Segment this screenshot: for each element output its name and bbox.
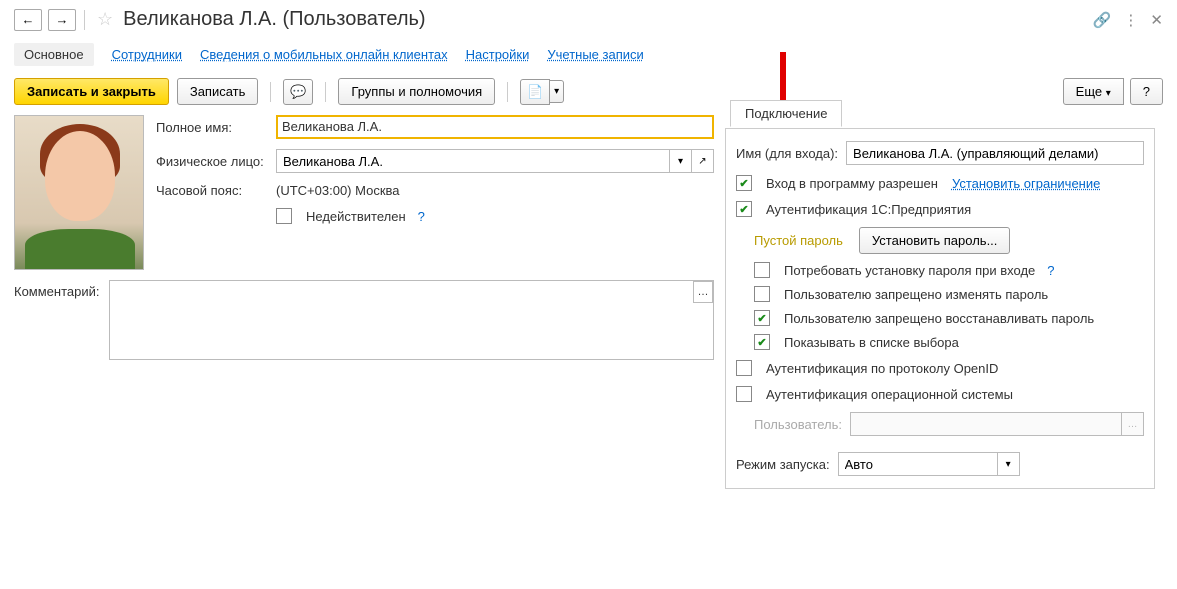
tab-mobile[interactable]: Сведения о мобильных онлайн клиентах: [200, 47, 448, 62]
help-button[interactable]: ?: [1130, 78, 1163, 105]
tz-label: Часовой пояс:: [156, 183, 268, 198]
inactive-label: Недействителен: [306, 209, 406, 224]
login-label: Имя (для входа):: [736, 146, 838, 161]
full-name-input[interactable]: Великанова Л.А.: [276, 115, 714, 139]
comment-textarea[interactable]: …: [109, 280, 714, 360]
os-user-browse-button: …: [1122, 412, 1144, 436]
empty-password-label: Пустой пароль: [754, 233, 843, 248]
person-label: Физическое лицо:: [156, 154, 268, 169]
report-dropdown-arrow[interactable]: ▾: [550, 80, 564, 103]
kebab-icon[interactable]: ⋮: [1123, 11, 1138, 29]
link-icon[interactable]: 🔗: [1093, 11, 1112, 29]
chat-icon-button[interactable]: 💬: [283, 79, 313, 105]
os-user-input: [850, 412, 1122, 436]
show-in-list-label: Показывать в списке выбора: [784, 335, 959, 350]
show-in-list-checkbox[interactable]: [754, 334, 770, 350]
user-photo[interactable]: [14, 115, 144, 270]
close-icon[interactable]: ✕: [1150, 11, 1163, 29]
person-open-button[interactable]: ↗: [692, 149, 714, 173]
auth-1c-label: Аутентификация 1С:Предприятия: [766, 202, 971, 217]
more-button[interactable]: Еще ▾: [1063, 78, 1124, 105]
star-icon[interactable]: ☆: [97, 9, 113, 30]
save-close-button[interactable]: Записать и закрыть: [14, 78, 169, 105]
separator: [507, 82, 508, 102]
panel-tab-connection[interactable]: Подключение: [730, 100, 842, 127]
tab-main[interactable]: Основное: [14, 43, 94, 66]
require-pw-label: Потребовать установку пароля при входе: [784, 263, 1035, 278]
forbid-change-pw-checkbox[interactable]: [754, 286, 770, 302]
comment-label: Комментарий:: [14, 280, 99, 360]
auth-openid-label: Аутентификация по протоколу OpenID: [766, 361, 998, 376]
login-allowed-checkbox[interactable]: [736, 175, 752, 191]
launch-dropdown-button[interactable]: ▾: [998, 452, 1020, 476]
tab-settings[interactable]: Настройки: [466, 47, 530, 62]
tab-employees[interactable]: Сотрудники: [112, 47, 182, 62]
os-user-label: Пользователь:: [754, 417, 842, 432]
person-dropdown-button[interactable]: ▾: [670, 149, 692, 173]
launch-input[interactable]: [838, 452, 998, 476]
set-restriction-link[interactable]: Установить ограничение: [952, 176, 1100, 191]
back-button[interactable]: ←: [14, 9, 42, 31]
page-title: Великанова Л.А. (Пользователь): [123, 8, 425, 31]
full-name-label: Полное имя:: [156, 120, 268, 135]
inactive-checkbox[interactable]: [276, 208, 292, 224]
forbid-restore-pw-checkbox[interactable]: [754, 310, 770, 326]
separator: [325, 82, 326, 102]
require-pw-help-icon[interactable]: ?: [1047, 263, 1054, 278]
launch-label: Режим запуска:: [736, 457, 830, 472]
auth-os-label: Аутентификация операционной системы: [766, 387, 1013, 402]
forbid-restore-pw-label: Пользователю запрещено восстанавливать п…: [784, 311, 1094, 326]
inactive-help-icon[interactable]: ?: [418, 209, 425, 224]
tab-accounts[interactable]: Учетные записи: [547, 47, 643, 62]
tz-value: (UTC+03:00) Москва: [276, 183, 400, 198]
separator: [270, 82, 271, 102]
person-input[interactable]: [276, 149, 670, 173]
groups-button[interactable]: Группы и полномочия: [338, 78, 495, 105]
auth-1c-checkbox[interactable]: [736, 201, 752, 217]
report-icon-button[interactable]: 📄: [520, 79, 550, 105]
forward-button[interactable]: →: [48, 9, 76, 31]
require-pw-checkbox[interactable]: [754, 262, 770, 278]
auth-openid-checkbox[interactable]: [736, 360, 752, 376]
auth-os-checkbox[interactable]: [736, 386, 752, 402]
set-password-button[interactable]: Установить пароль...: [859, 227, 1010, 254]
save-button[interactable]: Записать: [177, 78, 259, 105]
forbid-change-pw-label: Пользователю запрещено изменять пароль: [784, 287, 1048, 302]
login-allowed-label: Вход в программу разрешен: [766, 176, 938, 191]
separator: [84, 10, 85, 30]
comment-expand-button[interactable]: …: [693, 281, 713, 303]
login-input[interactable]: [846, 141, 1144, 165]
